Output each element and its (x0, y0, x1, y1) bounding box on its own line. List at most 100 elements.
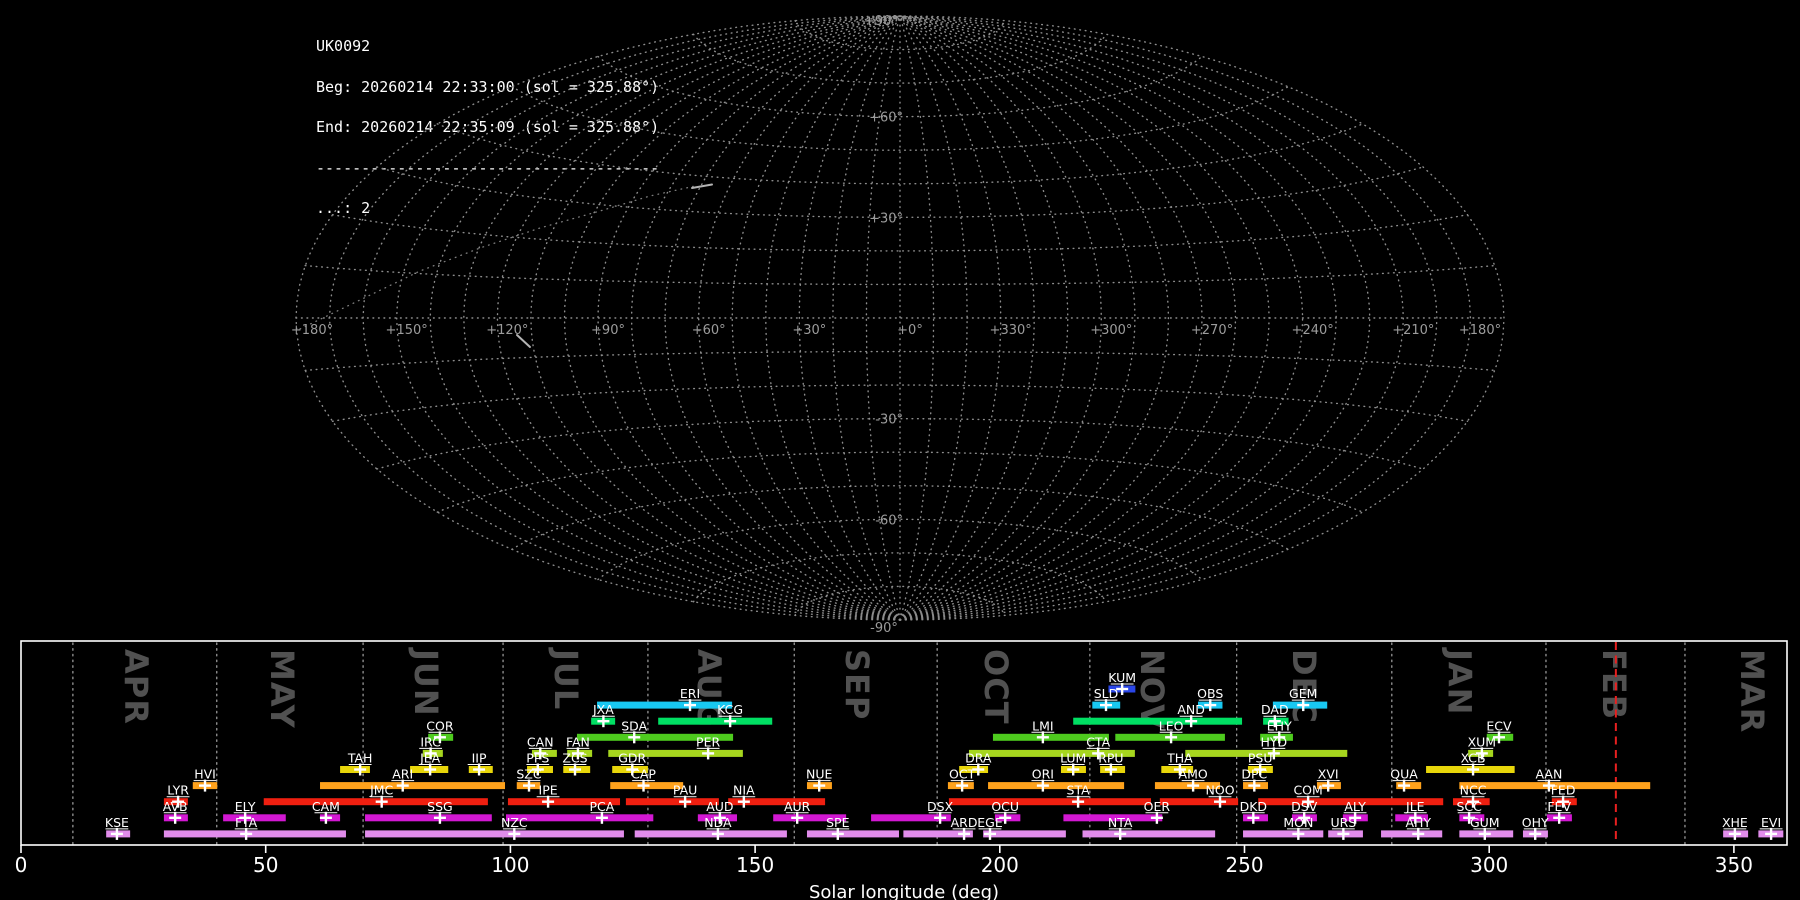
shower-code-label: EGE (977, 815, 1003, 830)
x-tick-label: 350 (1715, 853, 1753, 877)
activity-bar (365, 814, 492, 822)
month-label: JAN (1440, 647, 1478, 715)
shower-code-label: NDA (704, 815, 732, 830)
month-label: MAY (263, 649, 301, 729)
shower-code-label: FTA (235, 815, 258, 830)
shower-code-label: FAN (566, 734, 590, 749)
shower-FTA: FTA (163, 815, 346, 840)
month-label: OCT (977, 649, 1015, 725)
activity-bar (948, 798, 1152, 806)
shower-code-label: JEA (419, 751, 441, 766)
shower-code-label: IPE (539, 783, 558, 798)
activity-bar (320, 782, 506, 790)
shower-code-label: AUD (706, 799, 733, 814)
shower-code-label: GEM (1289, 686, 1317, 701)
shower-code-label: ARI (392, 767, 413, 782)
x-tick-label: 0 (15, 853, 28, 877)
shower-code-label: KCG (717, 702, 743, 717)
shower-code-label: DSV (1291, 799, 1318, 814)
shower-code-label: JMC (369, 783, 393, 798)
activity-bar (1073, 717, 1243, 725)
x-tick-label: 100 (491, 853, 529, 877)
x-tick-label: 50 (253, 853, 278, 877)
shower-code-label: PSU (1248, 751, 1273, 766)
shower-activity-timeline: APR MAY JUN JUL AUG SEP OCT NOV DEC JAN FEB MARKUME… (15, 640, 1788, 900)
shower-code-label: CTA (1086, 734, 1110, 749)
month-labels: APR MAY JUN JUL AUG SEP OCT NOV DEC JAN FEB MAR (117, 647, 1771, 733)
shower-code-label: JXA (592, 702, 614, 717)
shower-code-label: TAH (347, 751, 373, 766)
month-label: JUL (547, 647, 585, 710)
shower-code-label: XVI (1318, 767, 1339, 782)
shower-code-label: ORI (1032, 767, 1054, 782)
shower-DSX: DSX (871, 799, 954, 824)
shower-code-label: KUM (1108, 670, 1136, 685)
shower-HVI: HVI (192, 767, 218, 792)
shower-code-label: ELY (235, 799, 256, 814)
activity-bar (625, 798, 719, 806)
activity-bar (806, 830, 899, 838)
shower-code-label: OCT (949, 767, 976, 782)
x-axis-title: Solar longitude (deg) (809, 882, 999, 900)
shower-code-label: IRC (420, 734, 441, 749)
shower-RPU: RPU (1098, 751, 1126, 776)
shower-QUA: QUA (1390, 767, 1422, 792)
shower-code-label: EVI (1761, 815, 1781, 830)
shower-code-label: AHY (1405, 815, 1431, 830)
shower-code-label: IIP (472, 751, 487, 766)
shower-code-label: ECV (1486, 718, 1512, 733)
shower-OCT: OCT (947, 767, 976, 792)
month-label: SEP (838, 649, 876, 720)
activity-bar (988, 782, 1125, 790)
shower-code-label: DKD (1240, 799, 1267, 814)
shower-code-label: URS (1330, 815, 1356, 830)
shower-code-label: DAD (1261, 702, 1289, 717)
shower-code-label: NCC (1460, 783, 1487, 798)
shower-code-label: CAM (312, 799, 340, 814)
x-tick-label: 300 (1470, 853, 1508, 877)
shower-code-label: HVI (194, 767, 216, 782)
shower-code-label: AMO (1179, 767, 1208, 782)
shower-XCB: XCB (1426, 751, 1515, 776)
x-axis: 0 50 100 150 200 250 300 350 Solar longitude (de… (15, 845, 1753, 900)
shower-code-label: OBS (1197, 686, 1223, 701)
shower-code-label: LUM (1060, 751, 1086, 766)
activity-bar (597, 701, 733, 709)
x-tick-label: 250 (1225, 853, 1263, 877)
shower-code-label: SPE (826, 815, 849, 830)
shower-code-label: KSE (105, 815, 129, 830)
shower-KSE: KSE (105, 815, 131, 840)
activity-bar (1159, 798, 1239, 806)
shower-SLD: SLD (1092, 686, 1121, 712)
activity-bar (1082, 830, 1216, 838)
shower-LUM: LUM (1060, 751, 1086, 776)
shower-code-label: DRA (965, 751, 992, 766)
shower-code-label: CAP (631, 767, 656, 782)
shower-code-label: NTA (1108, 815, 1133, 830)
shower-code-label: OCU (991, 799, 1019, 814)
shower-code-label: SLD (1094, 686, 1119, 701)
shower-code-label: SSG (427, 799, 453, 814)
shower-DKD: DKD (1240, 799, 1268, 824)
shower-code-label: AUR (784, 799, 811, 814)
shower-code-label: MON (1283, 815, 1313, 830)
shower-code-label: NUE (806, 767, 832, 782)
shower-CAM: CAM (312, 799, 341, 824)
shower-code-label: LMI (1032, 718, 1053, 733)
shower-code-label: EHY (1267, 718, 1292, 733)
shower-code-label: DSX (927, 799, 954, 814)
shower-code-label: PPS (526, 751, 549, 766)
activity-bar (1243, 830, 1324, 838)
shower-code-label: PCA (590, 799, 615, 814)
shower-TAH: TAH (340, 751, 372, 776)
shower-code-label: LEO (1159, 718, 1184, 733)
shower-code-label: ERI (680, 686, 700, 701)
shower-code-label: PAU (673, 783, 697, 798)
shower-FEV: FEV (1546, 799, 1572, 824)
shower-OHY: OHY (1522, 815, 1549, 840)
shower-code-label: OHY (1522, 815, 1549, 830)
shower-code-label: SCC (1456, 799, 1482, 814)
shower-XHE: XHE (1722, 815, 1749, 840)
shower-code-label: GDR (618, 751, 646, 766)
x-tick-label: 150 (736, 853, 774, 877)
